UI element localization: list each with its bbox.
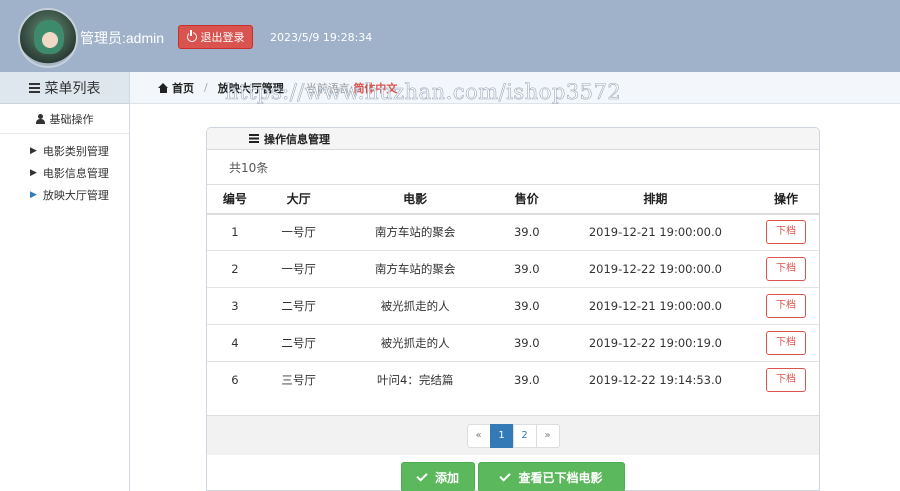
column-header-schedule: 排期 bbox=[557, 184, 754, 215]
sidebar-section-label: 基础操作 bbox=[49, 112, 94, 126]
pagination-area: « 1 2 » bbox=[207, 415, 819, 455]
cell-movie: 南方车站的聚会 bbox=[334, 250, 496, 288]
cell-schedule: 2019-12-21 19:00:00.0 bbox=[557, 213, 754, 251]
column-header-movie: 电影 bbox=[334, 184, 496, 215]
record-count: 共10条 bbox=[229, 160, 269, 175]
language-label: 当前语言: bbox=[305, 81, 354, 95]
sidebar-item-hall-management[interactable]: ▶ 放映大厅管理 bbox=[0, 184, 129, 206]
triangle-right-icon: ▶ bbox=[30, 168, 37, 178]
list-icon bbox=[249, 134, 259, 143]
table-header-row: 编号 大厅 电影 售价 排期 操作 bbox=[207, 184, 819, 215]
sidebar-menu: ▶ 电影类别管理 ▶ 电影信息管理 ▶ 放映大厅管理 bbox=[0, 134, 129, 206]
remove-button[interactable]: 下档 bbox=[766, 220, 807, 245]
list-icon bbox=[28, 82, 40, 93]
cell-action: 下档 bbox=[753, 287, 819, 325]
add-button[interactable]: 添加 bbox=[401, 462, 475, 491]
cell-price: 39.0 bbox=[495, 213, 558, 251]
breadcrumb: 首页 / 放映大厅管理 当前语言: 简体中文 bbox=[130, 72, 900, 104]
cell-id: 6 bbox=[207, 361, 263, 399]
sidebar-item-label: 电影类别管理 bbox=[42, 145, 109, 158]
sidebar: 菜单列表 基础操作 ▶ 电影类别管理 ▶ 电影信息管理 ▶ 放映大厅管理 bbox=[0, 72, 130, 491]
pagination-page[interactable]: 1 bbox=[489, 423, 514, 448]
triangle-right-icon: ▶ bbox=[30, 190, 37, 200]
pagination: « 1 2 » bbox=[466, 423, 560, 448]
add-button-label: 添加 bbox=[434, 470, 459, 485]
cell-action: 下档 bbox=[753, 250, 819, 288]
cell-price: 39.0 bbox=[495, 250, 558, 288]
cell-schedule: 2019-12-22 19:00:19.0 bbox=[557, 324, 754, 362]
table-row: 1 一号厅 南方车站的聚会 39.0 2019-12-21 19:00:00.0… bbox=[207, 213, 819, 251]
sidebar-title: 菜单列表 bbox=[0, 72, 129, 104]
current-datetime: 2023/5/9 19:28:34 bbox=[270, 31, 373, 44]
pagination-prev[interactable]: « bbox=[466, 423, 491, 448]
hall-table: 编号 大厅 电影 售价 排期 操作 1 一号厅 南方车站的聚会 39.0 201… bbox=[207, 184, 819, 399]
home-icon bbox=[158, 82, 169, 93]
column-header-price: 售价 bbox=[495, 184, 558, 215]
logout-button[interactable]: 退出登录 bbox=[178, 25, 253, 49]
check-icon bbox=[499, 469, 512, 482]
sidebar-item-movie-category[interactable]: ▶ 电影类别管理 bbox=[0, 140, 129, 162]
admin-name: 管理员:admin bbox=[80, 30, 165, 46]
cell-price: 39.0 bbox=[495, 361, 558, 399]
column-header-id: 编号 bbox=[207, 184, 263, 215]
breadcrumb-current: 放映大厅管理 bbox=[217, 81, 284, 95]
table-row: 2 一号厅 南方车站的聚会 39.0 2019-12-22 19:00:00.0… bbox=[207, 250, 819, 288]
sidebar-section-basic[interactable]: 基础操作 bbox=[0, 104, 129, 134]
cell-price: 39.0 bbox=[495, 287, 558, 325]
cell-price: 39.0 bbox=[495, 324, 558, 362]
view-removed-label: 查看已下档电影 bbox=[518, 470, 603, 485]
cell-hall: 一号厅 bbox=[262, 250, 335, 288]
pagination-next[interactable]: » bbox=[535, 423, 560, 448]
cell-id: 4 bbox=[207, 324, 263, 362]
cell-hall: 二号厅 bbox=[262, 324, 335, 362]
cell-schedule: 2019-12-21 19:00:00.0 bbox=[557, 287, 754, 325]
breadcrumb-home[interactable]: 首页 bbox=[172, 80, 194, 96]
column-header-hall: 大厅 bbox=[262, 184, 335, 215]
sidebar-item-label: 电影信息管理 bbox=[42, 167, 109, 180]
language-value: 简体中文 bbox=[353, 81, 398, 95]
sidebar-title-label: 菜单列表 bbox=[44, 80, 101, 97]
cell-movie: 被光抓走的人 bbox=[334, 287, 496, 325]
breadcrumb-separator: / bbox=[204, 81, 208, 94]
cell-schedule: 2019-12-22 19:00:00.0 bbox=[557, 250, 754, 288]
avatar bbox=[18, 8, 78, 68]
cell-action: 下档 bbox=[753, 213, 819, 251]
operation-panel: 操作信息管理 共10条 编号 大厅 电影 售价 排期 操作 1 一号厅 南方车站… bbox=[206, 127, 820, 491]
cell-hall: 二号厅 bbox=[262, 287, 335, 325]
cell-movie: 南方车站的聚会 bbox=[334, 213, 496, 251]
sidebar-item-movie-info[interactable]: ▶ 电影信息管理 bbox=[0, 162, 129, 184]
remove-button[interactable]: 下档 bbox=[766, 257, 807, 281]
table-row: 3 二号厅 被光抓走的人 39.0 2019-12-21 19:00:00.0 … bbox=[207, 287, 819, 325]
pagination-page[interactable]: 2 bbox=[512, 423, 537, 448]
triangle-right-icon: ▶ bbox=[30, 146, 37, 156]
remove-button[interactable]: 下档 bbox=[766, 294, 807, 318]
remove-button[interactable]: 下档 bbox=[766, 368, 807, 393]
view-removed-movies-button[interactable]: 查看已下档电影 bbox=[478, 462, 625, 491]
sidebar-item-label: 放映大厅管理 bbox=[42, 189, 109, 202]
cell-hall: 三号厅 bbox=[262, 361, 335, 399]
cell-id: 2 bbox=[207, 250, 263, 288]
cell-action: 下档 bbox=[753, 324, 819, 362]
panel-title: 操作信息管理 bbox=[264, 132, 330, 146]
cell-action: 下档 bbox=[753, 361, 819, 399]
top-header: 管理员:admin 退出登录 2023/5/9 19:28:34 bbox=[0, 0, 900, 72]
table-row: 4 二号厅 被光抓走的人 39.0 2019-12-22 19:00:19.0 … bbox=[207, 324, 819, 362]
cell-movie: 被光抓走的人 bbox=[334, 324, 496, 362]
panel-heading: 操作信息管理 bbox=[207, 128, 819, 150]
column-header-action: 操作 bbox=[753, 184, 819, 215]
check-icon bbox=[416, 469, 428, 482]
cell-id: 3 bbox=[207, 287, 263, 325]
cell-schedule: 2019-12-22 19:14:53.0 bbox=[557, 361, 754, 399]
power-icon bbox=[186, 30, 197, 42]
cell-hall: 一号厅 bbox=[262, 213, 335, 251]
logout-label: 退出登录 bbox=[200, 31, 245, 44]
cell-movie: 叶问4：完结篇 bbox=[334, 361, 496, 399]
cell-id: 1 bbox=[207, 213, 263, 251]
table-row: 6 三号厅 叶问4：完结篇 39.0 2019-12-22 19:14:53.0… bbox=[207, 361, 819, 399]
user-icon bbox=[35, 113, 45, 124]
remove-button[interactable]: 下档 bbox=[766, 331, 807, 355]
